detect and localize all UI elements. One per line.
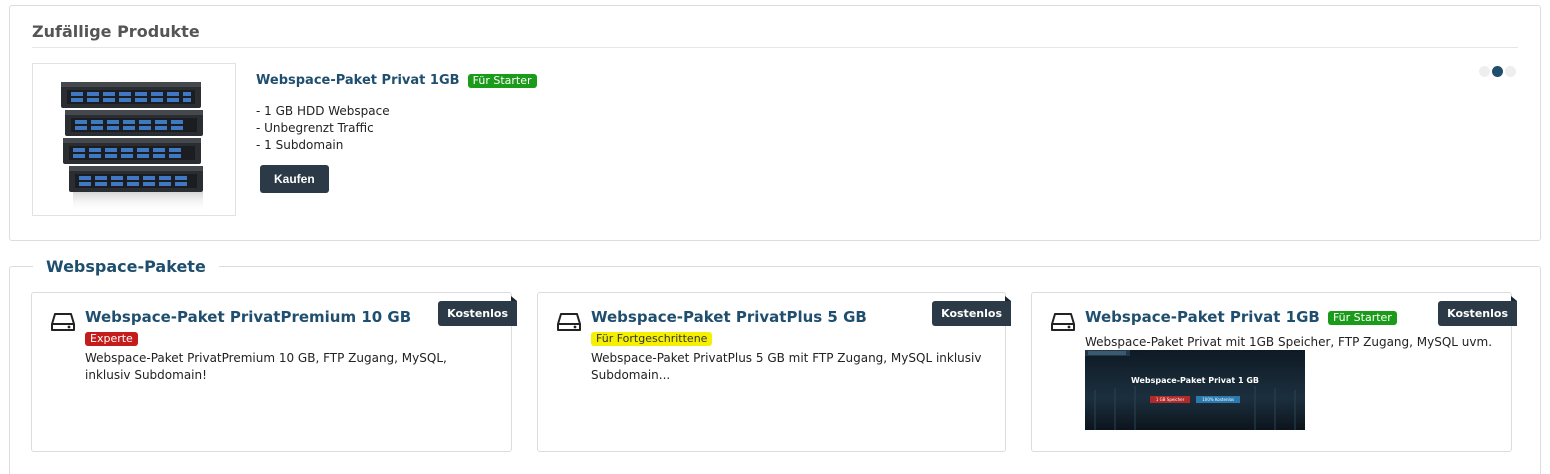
package-banner-image[interactable]: Webspace-Paket Privat 1 GB 1 GB Speicher… <box>1085 350 1305 430</box>
banner-chip-storage: 1 GB Speicher <box>1149 396 1191 403</box>
package-title-row: Webspace-Paket Privat 1GB Für Starter <box>1085 307 1431 326</box>
starter-badge: Für Starter <box>1327 310 1397 325</box>
random-products-title: Zufällige Produkte <box>32 22 200 41</box>
hard-drive-icon <box>1051 313 1075 331</box>
package-title-link[interactable]: Webspace-Paket PrivatPlus 5 GB <box>591 308 867 326</box>
carousel-dot[interactable] <box>1479 66 1490 77</box>
advanced-badge: Für Fortgeschrittene <box>591 331 713 346</box>
random-products-panel: Zufällige Produkte Webspace-Paket Privat… <box>9 5 1541 241</box>
package-card[interactable]: Webspace-Paket Privat 1GB Für Starter We… <box>1031 292 1517 452</box>
product-thumbnail[interactable] <box>32 63 236 216</box>
price-tag: Kostenlos <box>932 296 1011 326</box>
starter-badge: Für Starter <box>467 73 537 88</box>
package-card[interactable]: Webspace-Paket PrivatPlus 5 GB Für Fortg… <box>537 292 1011 452</box>
carousel-dot-active[interactable] <box>1492 66 1503 77</box>
server-rack-image <box>61 82 203 212</box>
feature-item: - 1 Subdomain <box>256 138 344 152</box>
hard-drive-icon <box>557 313 581 331</box>
package-title-link[interactable]: Webspace-Paket Privat 1GB <box>1085 308 1320 326</box>
feature-item: - 1 GB HDD Webspace <box>256 104 390 118</box>
server-room-background <box>1085 350 1296 430</box>
product-info: Webspace-Paket Privat 1GB Für Starter - … <box>256 70 537 193</box>
package-description: Webspace-Paket PrivatPremium 10 GB, FTP … <box>85 351 447 382</box>
price-tag: Kostenlos <box>438 296 517 326</box>
package-description: Webspace-Paket PrivatPlus 5 GB mit FTP Z… <box>591 351 982 382</box>
package-title-row: Webspace-Paket PrivatPremium 10 GB Exper… <box>85 307 431 347</box>
package-description: Webspace-Paket Privat mit 1GB Speicher, … <box>1085 335 1493 349</box>
feature-item: - Unbegrenzt Traffic <box>256 121 374 135</box>
package-title-link[interactable]: Webspace-Paket PrivatPremium 10 GB <box>85 308 411 326</box>
product-name-link[interactable]: Webspace-Paket Privat 1GB <box>256 73 460 88</box>
feature-list: - 1 GB HDD Webspace - Unbegrenzt Traffic… <box>256 103 537 154</box>
banner-title: Webspace-Paket Privat 1 GB <box>1130 376 1260 385</box>
title-divider <box>32 47 1518 48</box>
carousel-dot[interactable] <box>1505 66 1516 77</box>
packages-section-title: Webspace-Pakete <box>33 257 219 276</box>
package-title-row: Webspace-Paket PrivatPlus 5 GB Für Fortg… <box>591 307 925 347</box>
package-card[interactable]: Webspace-Paket PrivatPremium 10 GB Exper… <box>31 292 517 452</box>
expert-badge: Experte <box>85 331 138 346</box>
banner-chip-free: 100% Kostenlos <box>1196 396 1241 403</box>
webspace-packages-panel: Webspace-Pakete Webspace-Paket PrivatPre… <box>9 257 1541 474</box>
hard-drive-icon <box>51 313 75 331</box>
carousel-pagination <box>1479 66 1516 77</box>
price-tag: Kostenlos <box>1438 296 1517 326</box>
buy-button[interactable]: Kaufen <box>260 165 329 193</box>
